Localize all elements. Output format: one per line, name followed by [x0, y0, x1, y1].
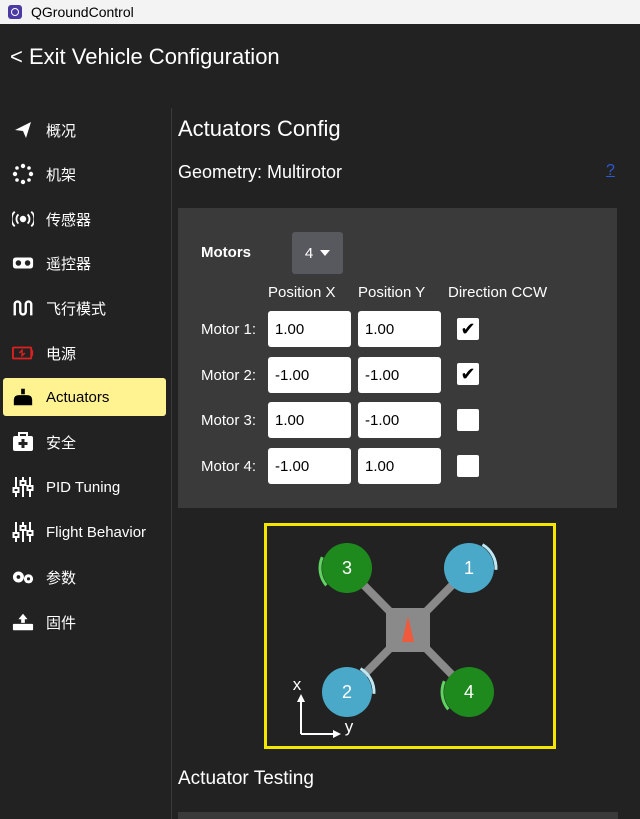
- sidebar-item-label: Flight Behavior: [46, 523, 147, 541]
- motors-count-dropdown[interactable]: 4: [292, 232, 343, 274]
- motor-1-number: 1: [464, 558, 474, 578]
- sidebar-item-label: 遥控器: [46, 255, 92, 273]
- chevron-down-icon: [320, 250, 331, 256]
- actuator-testing-title: Actuator Testing: [178, 768, 314, 789]
- column-header-direction-ccw: Direction CCW: [448, 284, 548, 301]
- motors-label: Motors: [201, 244, 251, 261]
- sidebar-item-sensors[interactable]: 传感器: [3, 200, 166, 238]
- radio-controller-icon: [12, 252, 34, 274]
- motor-4-position-x-input[interactable]: [268, 448, 351, 484]
- header: < Exit Vehicle Configuration: [0, 24, 640, 90]
- motor-2-direction-ccw-checkbox[interactable]: ✔: [457, 363, 479, 385]
- paper-plane-icon: [12, 119, 34, 141]
- help-link[interactable]: ?: [606, 162, 615, 180]
- sidebar-item-firmware[interactable]: 固件: [3, 603, 166, 641]
- flight-modes-icon: [12, 297, 34, 319]
- sidebar-item-label: 飞行模式: [46, 300, 107, 318]
- sidebar-item-label: Actuators: [46, 388, 110, 406]
- gears-icon: [12, 566, 34, 588]
- sidebar-item-label: 概况: [46, 122, 77, 140]
- battery-icon: [12, 342, 34, 364]
- motor-1-position-x-input[interactable]: [268, 311, 351, 347]
- sidebar-divider: [171, 108, 172, 819]
- motor-3-position-y-input[interactable]: [358, 402, 441, 438]
- sidebar-item-label: 机架: [46, 166, 77, 184]
- qgc-app-icon: [8, 5, 22, 19]
- sidebar-item-label: 固件: [46, 614, 77, 632]
- exit-vehicle-configuration-button[interactable]: < Exit Vehicle Configuration: [10, 44, 280, 70]
- motor-1-position-y-input[interactable]: [358, 311, 441, 347]
- axis-y-label: y: [345, 717, 354, 736]
- motor-1-direction-ccw-checkbox[interactable]: ✔: [457, 318, 479, 340]
- sidebar-item-pid-tuning[interactable]: PID Tuning: [3, 468, 166, 506]
- sidebar-item-summary[interactable]: 概况: [3, 111, 166, 149]
- actuator-testing-panel: [178, 812, 618, 819]
- window-title: QGroundControl: [31, 4, 134, 20]
- firmware-icon: [12, 611, 34, 633]
- sidebar-item-label: 安全: [46, 434, 77, 452]
- sliders-icon: [12, 476, 34, 498]
- actuators-icon: [12, 386, 34, 408]
- sensors-icon: [12, 208, 34, 230]
- sidebar-item-label: PID Tuning: [46, 478, 121, 496]
- sliders-icon: [12, 521, 34, 543]
- sidebar-item-flight-modes[interactable]: 飞行模式: [3, 289, 166, 327]
- sidebar-item-parameters[interactable]: 参数: [3, 558, 166, 596]
- motors-count-value: 4: [304, 244, 314, 262]
- motor-2-position-y-input[interactable]: [358, 357, 441, 393]
- page-title: Actuators Config: [178, 116, 341, 141]
- sidebar-item-airframe[interactable]: 机架: [3, 155, 166, 193]
- sidebar-item-flight-behavior[interactable]: Flight Behavior: [3, 513, 166, 551]
- sidebar-item-label: 参数: [46, 569, 77, 587]
- motor-4-direction-ccw-checkbox[interactable]: [457, 455, 479, 477]
- motor-4-number: 4: [464, 682, 474, 702]
- sidebar-item-label: 电源: [46, 345, 77, 363]
- sidebar-item-label: 传感器: [46, 211, 92, 229]
- motor-3-label: Motor 3:: [201, 412, 257, 429]
- checkmark-icon: ✔: [460, 318, 476, 339]
- sidebar-item-actuators[interactable]: Actuators: [3, 378, 166, 416]
- geometry-diagram-svg: 3 1 2 4 x y: [293, 539, 498, 738]
- motor-2-label: Motor 2:: [201, 367, 257, 384]
- window-title-bar: QGroundControl: [0, 0, 640, 24]
- motor-2-position-x-input[interactable]: [268, 357, 351, 393]
- motor-3-position-x-input[interactable]: [268, 402, 351, 438]
- airframe-icon: [12, 163, 34, 185]
- sidebar-item-radio[interactable]: 遥控器: [3, 244, 166, 282]
- column-header-position-y: Position Y: [358, 284, 426, 301]
- sidebar-item-power[interactable]: 电源: [3, 334, 166, 372]
- motor-3-direction-ccw-checkbox[interactable]: [457, 409, 479, 431]
- geometry-label: Geometry: Multirotor: [178, 162, 343, 182]
- safety-icon: [12, 431, 34, 453]
- motor-4-position-y-input[interactable]: [358, 448, 441, 484]
- motor-4-label: Motor 4:: [201, 458, 257, 475]
- column-header-position-x: Position X: [268, 284, 336, 301]
- axis-x-label: x: [293, 675, 302, 694]
- motor-2-number: 2: [342, 682, 352, 702]
- checkmark-icon: ✔: [460, 363, 476, 384]
- sidebar-item-safety[interactable]: 安全: [3, 423, 166, 461]
- geometry-diagram: 3 1 2 4 x y: [264, 523, 556, 749]
- motor-1-label: Motor 1:: [201, 321, 257, 338]
- motor-3-number: 3: [342, 558, 352, 578]
